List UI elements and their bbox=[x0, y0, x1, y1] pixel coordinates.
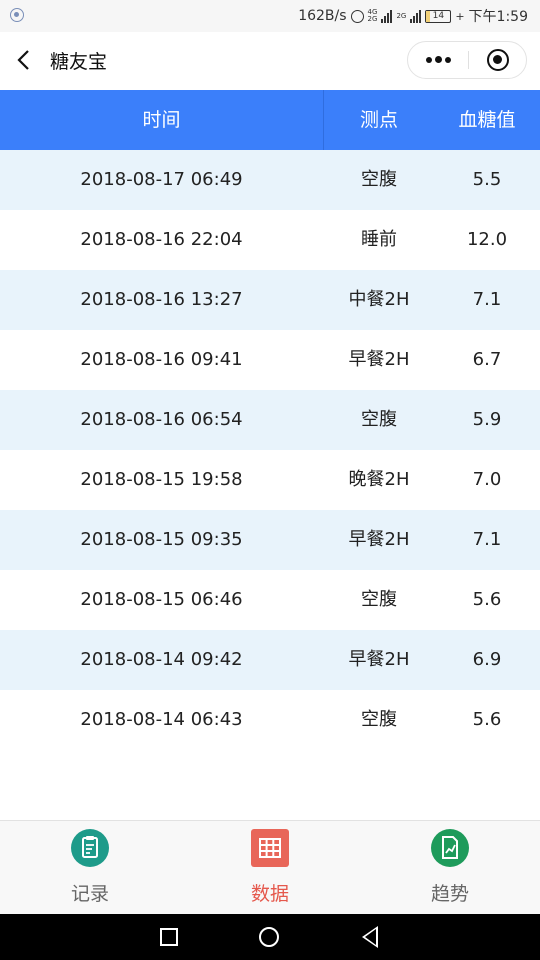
row-glucose-value: 7.1 bbox=[472, 289, 502, 310]
column-header-glucose: 血糖值 bbox=[458, 109, 516, 131]
row-point: 中餐2H bbox=[348, 289, 410, 310]
tab-data[interactable]: 数据 bbox=[180, 821, 360, 915]
column-header-point: 测点 bbox=[359, 109, 398, 131]
row-glucose-value: 5.5 bbox=[472, 169, 502, 190]
clock: 下午1:59 bbox=[468, 9, 528, 25]
row-point: 空腹 bbox=[361, 409, 397, 430]
signal-2g-label: 2G bbox=[396, 11, 407, 20]
row-glucose-value: 5.6 bbox=[472, 709, 502, 730]
row-glucose-value: 5.9 bbox=[472, 409, 502, 430]
row-time: 2018-08-16 13:27 bbox=[80, 289, 243, 310]
clipboard-icon bbox=[71, 829, 109, 867]
table-row[interactable]: 2018-08-15 06:46 空腹 5.6 bbox=[0, 570, 540, 630]
row-glucose-value: 7.1 bbox=[472, 529, 502, 550]
title-bar: 糖友宝 bbox=[0, 32, 540, 90]
battery-level: 14 bbox=[432, 10, 445, 21]
table-row[interactable]: 2018-08-16 13:27 中餐2H 7.1 bbox=[0, 270, 540, 330]
tab-record[interactable]: 记录 bbox=[0, 821, 180, 915]
table-row[interactable]: 2018-08-14 09:42 早餐2H 6.9 bbox=[0, 630, 540, 690]
table-body: 2018-08-17 06:49 空腹 5.5 2018-08-16 22:04… bbox=[0, 150, 540, 750]
tab-trend[interactable]: 趋势 bbox=[360, 821, 540, 915]
row-time: 2018-08-16 06:54 bbox=[80, 409, 243, 430]
row-time: 2018-08-15 19:58 bbox=[80, 469, 243, 490]
row-time: 2018-08-16 22:04 bbox=[80, 229, 243, 250]
table-row[interactable]: 2018-08-15 09:35 早餐2H 7.1 bbox=[0, 510, 540, 570]
page-title: 糖友宝 bbox=[50, 51, 108, 73]
row-glucose-value: 7.0 bbox=[472, 469, 502, 490]
row-time: 2018-08-17 06:49 bbox=[80, 169, 243, 190]
row-time: 2018-08-15 09:35 bbox=[80, 529, 243, 550]
more-menu-icon[interactable] bbox=[408, 42, 468, 78]
network-type-bottom: 2G bbox=[367, 15, 378, 23]
network-type: 4G 2G bbox=[368, 9, 378, 23]
row-point: 早餐2H bbox=[348, 649, 410, 670]
bottom-tab-bar: 记录 数据 趋势 bbox=[0, 820, 540, 914]
row-glucose-value: 6.9 bbox=[472, 649, 502, 670]
table-row[interactable]: 2018-08-16 06:54 空腹 5.9 bbox=[0, 390, 540, 450]
grid-table-icon bbox=[251, 829, 289, 867]
app-notification-icon bbox=[10, 8, 24, 22]
system-back-icon[interactable] bbox=[362, 926, 378, 948]
row-time: 2018-08-15 06:46 bbox=[80, 589, 243, 610]
row-glucose-value: 12.0 bbox=[466, 229, 508, 250]
signal-icon-2 bbox=[410, 9, 422, 23]
row-glucose-value: 6.7 bbox=[472, 349, 502, 370]
table-row[interactable]: 2018-08-17 06:49 空腹 5.5 bbox=[0, 150, 540, 210]
row-point: 早餐2H bbox=[348, 529, 410, 550]
row-point: 早餐2H bbox=[348, 349, 410, 370]
battery-icon: 14 bbox=[425, 9, 452, 23]
table-row[interactable]: 2018-08-14 06:43 空腹 5.6 bbox=[0, 690, 540, 750]
table-row[interactable]: 2018-08-15 19:58 晚餐2H 7.0 bbox=[0, 450, 540, 510]
capsule-divider bbox=[468, 51, 469, 69]
tab-trend-label: 趋势 bbox=[430, 883, 469, 905]
chart-document-icon bbox=[431, 829, 469, 867]
row-point: 空腹 bbox=[361, 169, 397, 190]
battery-level-fill bbox=[426, 10, 430, 22]
row-point: 睡前 bbox=[361, 229, 397, 250]
row-glucose-value: 5.6 bbox=[472, 589, 502, 610]
table-header: 时间 测点 血糖值 bbox=[0, 90, 540, 150]
status-indicators: 162B/s 4G 2G 2G 14 + 下午1:59 bbox=[298, 6, 528, 26]
signal-icon bbox=[381, 9, 393, 23]
status-bar: 162B/s 4G 2G 2G 14 + 下午1:59 bbox=[0, 0, 540, 32]
mini-program-capsule bbox=[407, 41, 527, 79]
system-nav-bar bbox=[0, 914, 540, 960]
row-point: 晚餐2H bbox=[348, 469, 410, 490]
tab-data-label: 数据 bbox=[250, 883, 289, 905]
table-row[interactable]: 2018-08-16 09:41 早餐2H 6.7 bbox=[0, 330, 540, 390]
alarm-icon bbox=[350, 9, 364, 23]
row-time: 2018-08-14 06:43 bbox=[80, 709, 243, 730]
row-time: 2018-08-14 09:42 bbox=[80, 649, 243, 670]
row-time: 2018-08-16 09:41 bbox=[80, 349, 243, 370]
charging-icon: + bbox=[455, 9, 465, 23]
row-point: 空腹 bbox=[361, 709, 397, 730]
back-arrow-icon[interactable] bbox=[14, 49, 36, 71]
column-header-time: 时间 bbox=[142, 109, 181, 131]
recent-apps-icon[interactable] bbox=[160, 928, 178, 946]
tab-record-label: 记录 bbox=[70, 883, 109, 905]
table-row[interactable]: 2018-08-16 22:04 睡前 12.0 bbox=[0, 210, 540, 270]
home-icon[interactable] bbox=[259, 927, 279, 947]
network-speed: 162B/s bbox=[298, 8, 347, 24]
close-mini-program-icon[interactable] bbox=[487, 49, 509, 71]
row-point: 空腹 bbox=[361, 589, 397, 610]
